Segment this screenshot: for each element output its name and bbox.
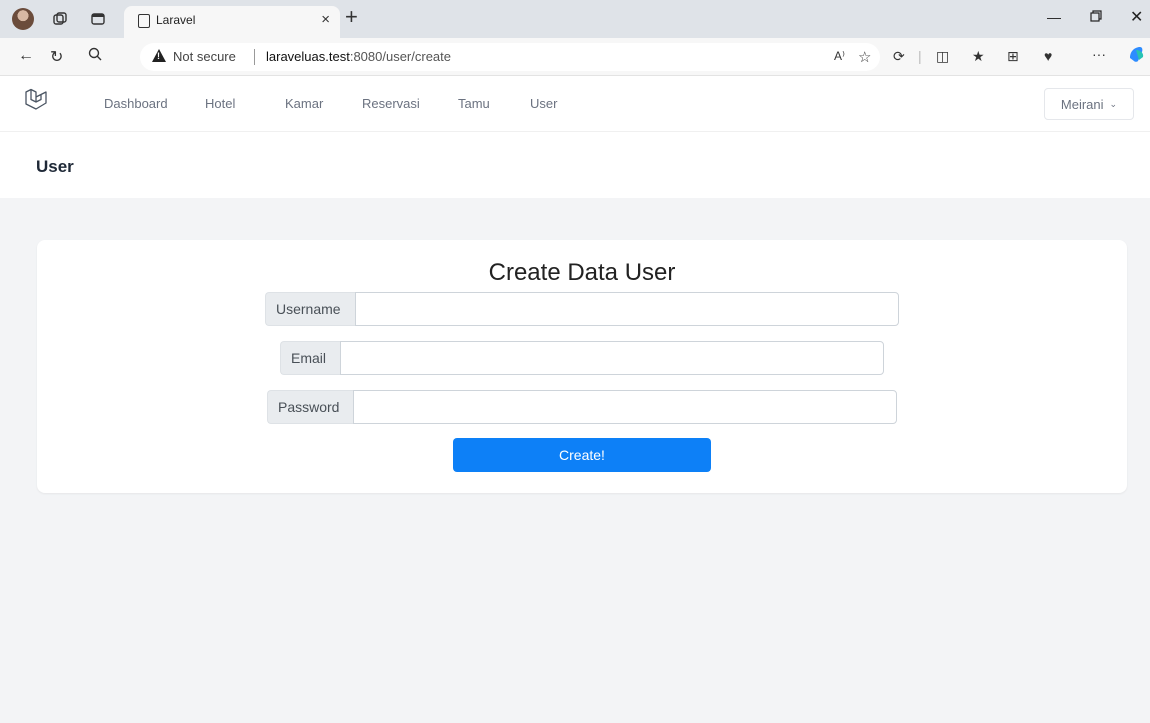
nav-link-dashboard[interactable]: Dashboard	[104, 96, 168, 111]
favorites-icon[interactable]: ★	[972, 48, 985, 65]
more-options-icon[interactable]: ···	[1092, 46, 1106, 62]
page-icon	[138, 14, 150, 28]
new-tab-button[interactable]: +	[345, 6, 358, 28]
minimize-icon[interactable]: —	[1047, 9, 1061, 25]
email-row: Email	[280, 341, 884, 375]
collections-icon[interactable]: ⊞	[1007, 48, 1019, 65]
app-navbar: Dashboard Hotel Kamar Reservasi Tamu Use…	[0, 76, 1150, 132]
password-row: Password	[267, 390, 897, 424]
copilot-icon[interactable]	[1126, 44, 1146, 67]
address-divider	[254, 49, 255, 65]
nav-link-tamu[interactable]: Tamu	[458, 96, 490, 111]
email-label: Email	[280, 341, 340, 375]
nav-link-hotel[interactable]: Hotel	[205, 96, 235, 111]
nav-link-user[interactable]: User	[530, 96, 557, 111]
address-bar[interactable]: Not secure laraveluas.test:8080/user/cre…	[140, 43, 880, 71]
split-screen-icon[interactable]: ◫	[936, 48, 949, 65]
page-header: User	[0, 132, 1150, 198]
tab-actions-icon[interactable]	[88, 9, 108, 29]
nav-link-kamar[interactable]: Kamar	[285, 96, 323, 111]
page-title: User	[36, 157, 74, 176]
username-input[interactable]	[355, 292, 899, 326]
password-label: Password	[267, 390, 353, 424]
browser-tab[interactable]: Laravel ×	[124, 6, 340, 38]
url-path: :8080/user/create	[349, 49, 452, 64]
workspaces-icon[interactable]	[50, 9, 70, 29]
user-menu-button[interactable]: Meirani ⌄	[1044, 88, 1134, 120]
password-input[interactable]	[353, 390, 897, 424]
tab-title: Laravel	[156, 13, 196, 27]
extensions-icon[interactable]: ⟳	[893, 48, 905, 65]
toolbar-divider: |	[918, 48, 922, 64]
refresh-icon[interactable]: ↻	[50, 47, 63, 67]
username-row: Username	[265, 292, 899, 326]
favorite-star-icon[interactable]: ☆	[858, 48, 871, 66]
not-secure-label[interactable]: Not secure	[173, 49, 236, 64]
nav-link-reservasi[interactable]: Reservasi	[362, 96, 420, 111]
username-label: Username	[265, 292, 355, 326]
email-input[interactable]	[340, 341, 884, 375]
search-icon[interactable]	[88, 47, 102, 66]
restore-icon[interactable]	[1090, 9, 1102, 25]
create-user-card: Create Data User Username Email Password…	[37, 240, 1127, 493]
back-icon[interactable]: ←	[18, 47, 34, 65]
browser-toolbar: ← ↻ Not secure laraveluas.test:8080/user…	[0, 38, 1150, 76]
create-button[interactable]: Create!	[453, 438, 711, 472]
read-aloud-icon[interactable]: A⁾	[834, 49, 845, 63]
warning-icon	[152, 49, 166, 62]
chevron-down-icon: ⌄	[1109, 98, 1118, 109]
laravel-logo-icon[interactable]	[24, 88, 48, 114]
close-tab-icon[interactable]: ×	[321, 11, 330, 28]
url-text[interactable]: laraveluas.test:8080/user/create	[266, 49, 451, 64]
browser-essentials-icon[interactable]: ♥	[1044, 48, 1052, 64]
browser-tab-strip: Laravel × + — ✕	[0, 0, 1150, 38]
close-window-icon[interactable]: ✕	[1130, 7, 1143, 27]
user-menu-label: Meirani	[1060, 96, 1104, 112]
url-host: laraveluas.test	[266, 49, 350, 64]
form-title: Create Data User	[488, 259, 676, 286]
profile-avatar[interactable]	[12, 8, 34, 30]
